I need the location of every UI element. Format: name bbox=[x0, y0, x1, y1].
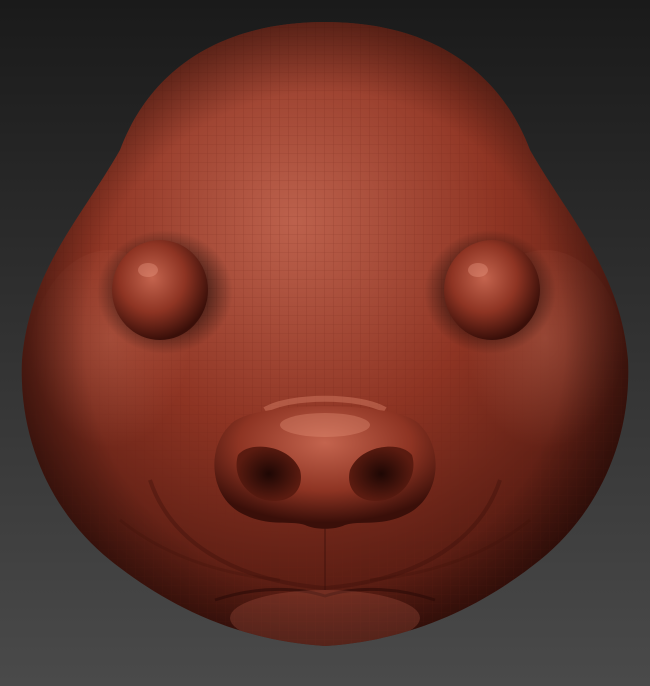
nose-highlight bbox=[280, 413, 370, 437]
left-eye-group[interactable] bbox=[97, 230, 233, 354]
sculpt-canvas[interactable] bbox=[0, 0, 650, 686]
left-eyeball[interactable] bbox=[112, 240, 208, 340]
right-eye-group[interactable] bbox=[424, 230, 556, 354]
sculpt-viewport[interactable] bbox=[0, 0, 650, 686]
right-eye-highlight bbox=[468, 263, 488, 277]
nose-group[interactable] bbox=[214, 395, 436, 529]
right-eyeball[interactable] bbox=[444, 240, 540, 340]
left-eye-highlight bbox=[138, 263, 158, 277]
